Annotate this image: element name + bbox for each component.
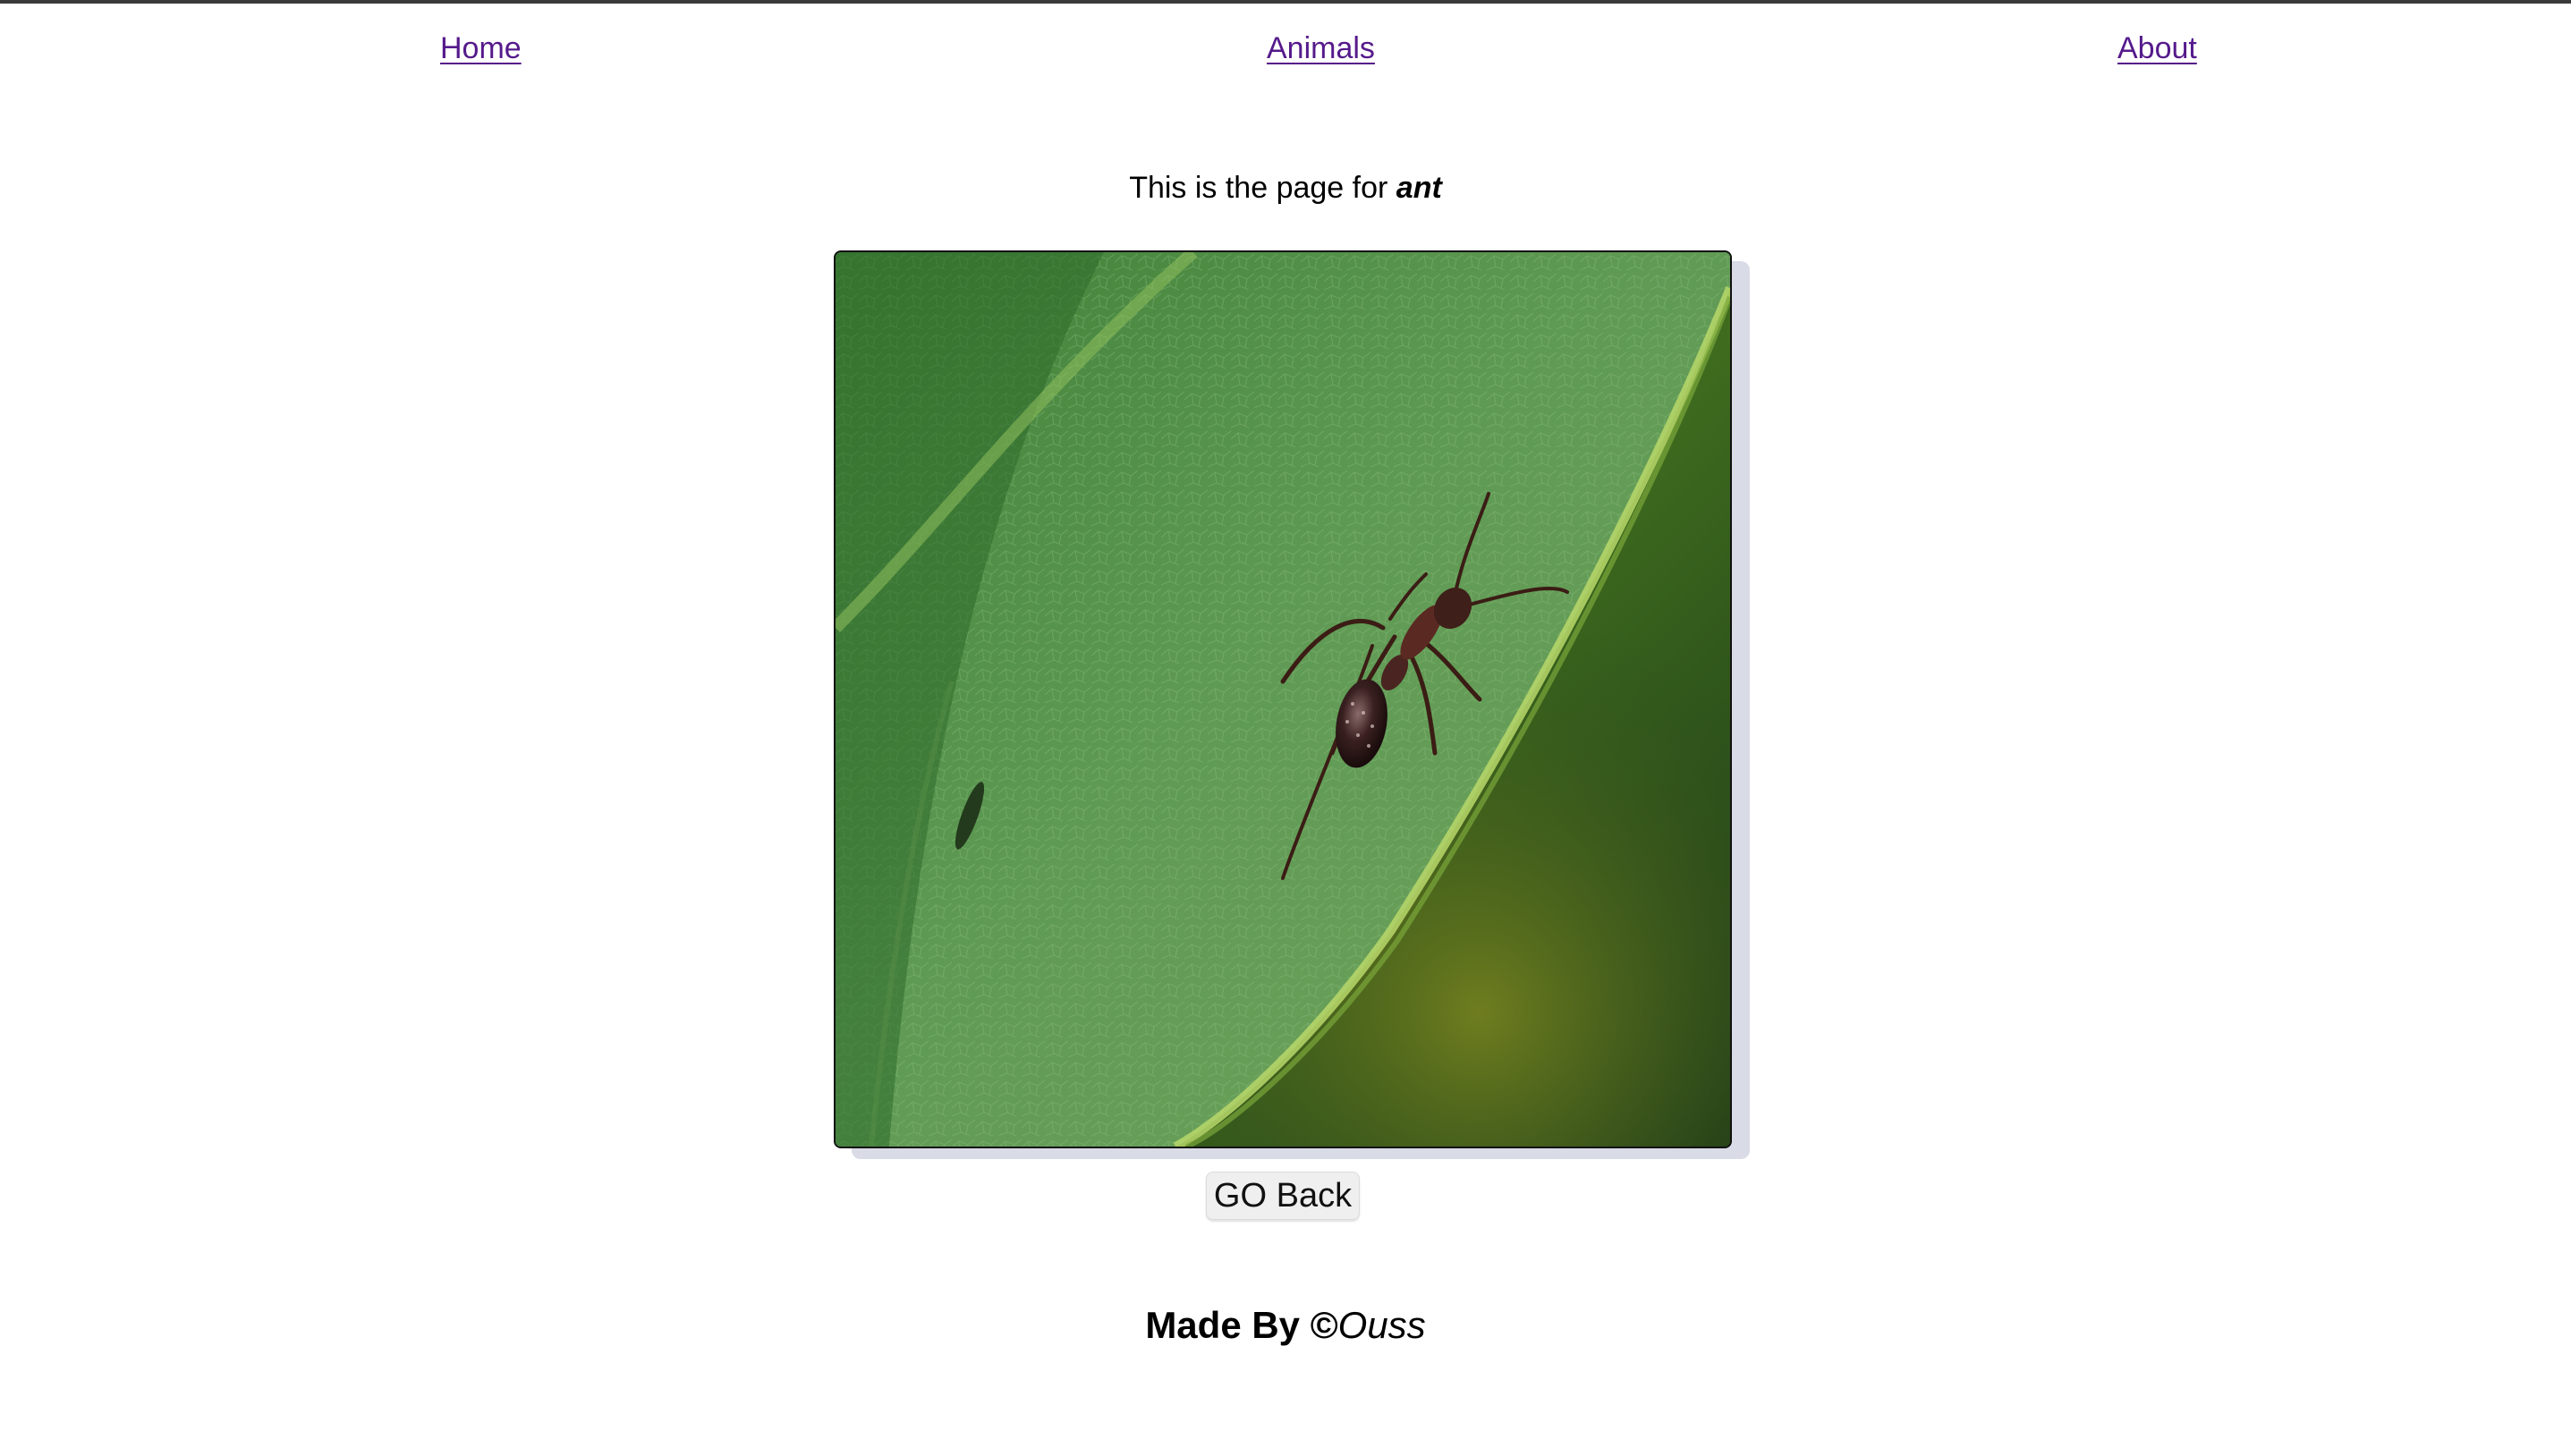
go-back-button[interactable]: GO Back [1206,1172,1360,1220]
nav-link-animals[interactable]: Animals [1267,29,1375,68]
page-intro: This is the page for ant [0,168,2571,207]
top-border [0,0,2571,4]
intro-text: This is the page for [1129,171,1396,205]
footer-author: Ouss [1337,1304,1426,1346]
animal-photo [834,250,1732,1148]
footer-credit: Made By ©Ouss [0,1299,2571,1352]
nav-link-home[interactable]: Home [440,29,522,68]
nav-link-about[interactable]: About [2117,29,2197,68]
ant-on-leaf-image [836,252,1730,1147]
copyright-icon: © [1310,1304,1338,1346]
animal-name: ant [1396,171,1442,205]
footer-prefix: Made By [1145,1304,1311,1346]
